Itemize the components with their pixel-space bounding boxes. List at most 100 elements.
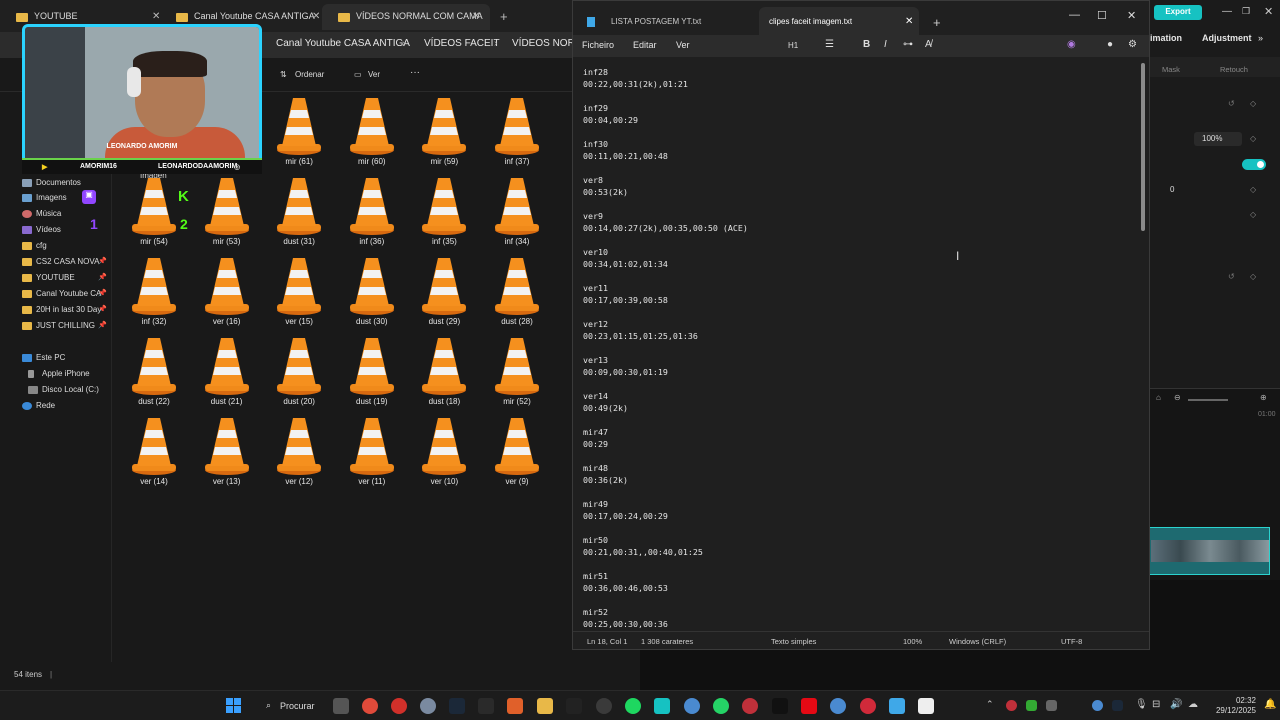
- zoom-level[interactable]: 100%: [903, 637, 922, 646]
- cloud-icon[interactable]: ☁: [1188, 699, 1198, 710]
- new-tab-icon[interactable]: +: [933, 15, 941, 30]
- tab-clipes-faceit[interactable]: clipes faceit imagem.txt ✕: [759, 7, 919, 35]
- bold-icon[interactable]: B: [863, 39, 870, 50]
- more-options-button[interactable]: ···: [410, 67, 420, 78]
- zoom-in-icon[interactable]: ⊕: [1260, 393, 1267, 402]
- sort-button[interactable]: Ordenar: [295, 70, 324, 79]
- account-icon[interactable]: ●: [1107, 39, 1113, 50]
- close-tab-icon[interactable]: ✕: [312, 11, 320, 22]
- subtab-mask[interactable]: Mask: [1162, 65, 1180, 74]
- keyframe-icon[interactable]: ◇: [1250, 272, 1256, 281]
- notifications-icon[interactable]: 🔔: [1264, 699, 1276, 710]
- settings-icon[interactable]: [420, 698, 436, 714]
- netflix-icon[interactable]: [801, 698, 817, 714]
- keyframe-icon[interactable]: ◇: [1250, 210, 1256, 219]
- video-file-tile[interactable]: inf (37): [481, 92, 553, 172]
- video-file-tile[interactable]: ver (16): [191, 252, 263, 332]
- link-icon[interactable]: ⊶: [903, 39, 913, 50]
- tab-lista-postagem[interactable]: LISTA POSTAGEM YT.txt: [579, 7, 759, 35]
- tab-videos-normal[interactable]: VÍDEOS NORMAL COM CAMA ✕: [322, 4, 490, 30]
- video-file-tile[interactable]: ver (12): [263, 412, 335, 492]
- video-file-tile[interactable]: mir (59): [408, 92, 480, 172]
- keyframe-icon[interactable]: ◇: [1250, 99, 1256, 108]
- settings-gear-icon[interactable]: ⚙: [1128, 39, 1137, 50]
- new-tab-icon[interactable]: +: [500, 9, 508, 24]
- clear-format-icon[interactable]: A̸: [925, 39, 932, 50]
- enable-toggle[interactable]: [1242, 159, 1266, 170]
- video-file-tile[interactable]: dust (29): [408, 252, 480, 332]
- tray-overflow-icon[interactable]: ⌃: [986, 699, 994, 710]
- chrome-profile-icon[interactable]: [830, 698, 846, 714]
- app-icon[interactable]: [742, 698, 758, 714]
- video-file-tile[interactable]: dust (31): [263, 172, 335, 252]
- breadcrumb[interactable]: Canal Youtube CASA ANTIGA: [276, 38, 410, 49]
- maximize-icon[interactable]: ☐: [1097, 9, 1107, 22]
- video-file-tile[interactable]: dust (18): [408, 332, 480, 412]
- opera-icon[interactable]: [391, 698, 407, 714]
- task-view-icon[interactable]: [333, 698, 349, 714]
- reset-icon[interactable]: ↺: [1228, 99, 1235, 108]
- zoom-out-icon[interactable]: ⊖: [1174, 393, 1181, 402]
- list-icon[interactable]: ☰: [825, 39, 834, 50]
- tab-animation[interactable]: imation: [1150, 33, 1182, 43]
- video-file-tile[interactable]: dust (20): [263, 332, 335, 412]
- epic-games-icon[interactable]: [478, 698, 494, 714]
- video-file-tile[interactable]: inf (36): [336, 172, 408, 252]
- capcut-icon[interactable]: [654, 698, 670, 714]
- video-file-tile[interactable]: ver (13): [191, 412, 263, 492]
- video-file-tile[interactable]: mir (54): [118, 172, 190, 252]
- video-file-tile[interactable]: mir (61): [263, 92, 335, 172]
- obs-icon[interactable]: [596, 698, 612, 714]
- record-icon[interactable]: [860, 698, 876, 714]
- terminal-icon[interactable]: [566, 698, 582, 714]
- copilot-icon[interactable]: ◉: [1067, 39, 1076, 50]
- timeline-clip[interactable]: [1148, 527, 1270, 575]
- tiktok-icon[interactable]: [772, 698, 788, 714]
- tray-steam-icon[interactable]: [1112, 700, 1123, 711]
- notepad-taskbar-icon[interactable]: [889, 698, 905, 714]
- italic-icon[interactable]: I: [884, 39, 887, 50]
- crop-icon[interactable]: ⌂: [1156, 393, 1161, 402]
- heading-dropdown[interactable]: H1: [788, 41, 798, 50]
- menu-ficheiro[interactable]: Ficheiro: [582, 40, 614, 50]
- microphone-icon[interactable]: 🎙: [1135, 699, 1148, 710]
- video-file-tile[interactable]: ver (9): [481, 412, 553, 492]
- video-file-tile[interactable]: ver (11): [336, 412, 408, 492]
- vertical-scrollbar[interactable]: [1141, 63, 1145, 231]
- app-icon[interactable]: [507, 698, 523, 714]
- video-file-tile[interactable]: dust (21): [191, 332, 263, 412]
- y-value[interactable]: 0: [1170, 185, 1174, 194]
- keyframe-icon[interactable]: ◇: [1250, 185, 1256, 194]
- clock[interactable]: 02:32 29/12/2025: [1208, 696, 1256, 716]
- subtab-retouch[interactable]: Retouch: [1220, 65, 1248, 74]
- close-tab-icon[interactable]: ✕: [472, 11, 480, 22]
- network-icon[interactable]: ⊟: [1152, 699, 1160, 710]
- steam-icon[interactable]: [449, 698, 465, 714]
- tab-adjustment[interactable]: Adjustment: [1202, 33, 1252, 43]
- video-file-tile[interactable]: dust (22): [118, 332, 190, 412]
- browser-icon[interactable]: [684, 698, 700, 714]
- video-file-tile[interactable]: ver (14): [118, 412, 190, 492]
- close-icon[interactable]: ✕: [1127, 9, 1136, 22]
- menu-ver[interactable]: Ver: [676, 40, 690, 50]
- expand-icon[interactable]: »: [1258, 33, 1263, 43]
- keyframe-icon[interactable]: ◇: [1250, 134, 1256, 143]
- video-file-tile[interactable]: ver (15): [263, 252, 335, 332]
- video-file-tile[interactable]: dust (19): [336, 332, 408, 412]
- close-tab-icon[interactable]: ✕: [905, 16, 913, 27]
- whatsapp-icon[interactable]: [713, 698, 729, 714]
- video-file-tile[interactable]: ver (10): [408, 412, 480, 492]
- tray-app-icon[interactable]: [1006, 700, 1017, 711]
- volume-icon[interactable]: 🔊: [1170, 699, 1182, 710]
- start-button[interactable]: [226, 698, 242, 714]
- minimize-icon[interactable]: —: [1069, 9, 1080, 21]
- video-file-tile[interactable]: dust (28): [481, 252, 553, 332]
- spotify-icon[interactable]: [625, 698, 641, 714]
- zoom-slider[interactable]: [1188, 399, 1228, 401]
- percent-field[interactable]: 100%: [1194, 132, 1242, 146]
- menu-editar[interactable]: Editar: [633, 40, 657, 50]
- minimize-icon[interactable]: —: [1222, 6, 1232, 17]
- search-button[interactable]: ⌕ Procurar: [258, 697, 320, 715]
- close-icon[interactable]: ✕: [1264, 5, 1273, 18]
- video-file-tile[interactable]: inf (35): [408, 172, 480, 252]
